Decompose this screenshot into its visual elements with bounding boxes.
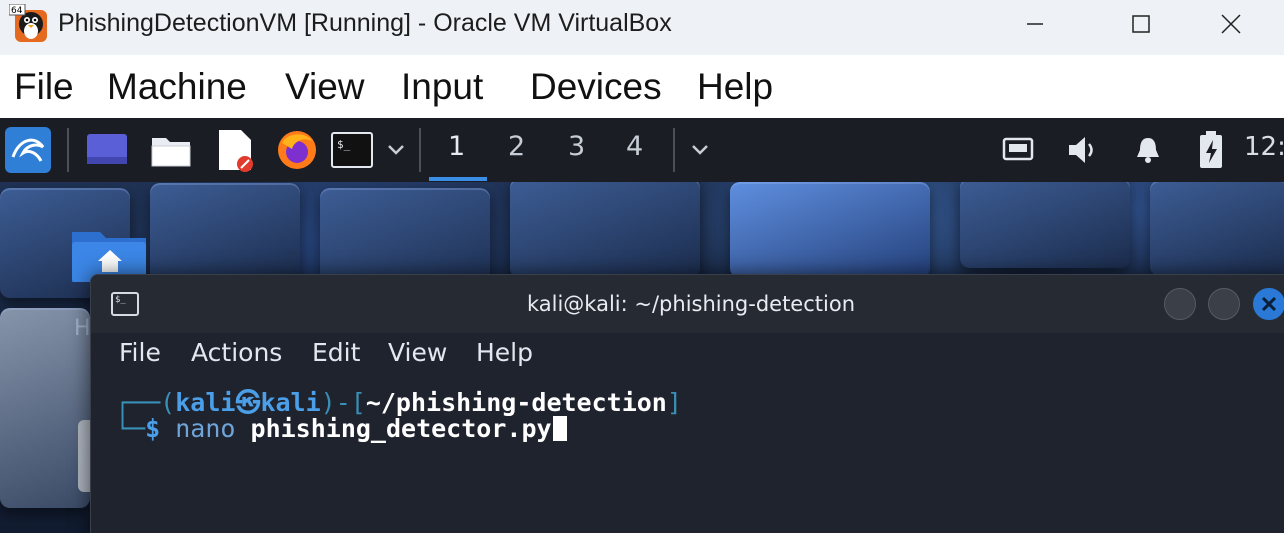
wallpaper-key	[150, 183, 300, 283]
panel-separator	[67, 128, 69, 172]
wallpaper-key	[510, 178, 700, 278]
maximize-icon	[1132, 15, 1150, 33]
terminal-title: kali@kali: ~/phishing-detection	[526, 292, 856, 316]
command-line[interactable]: └─$ nano phishing_detector.py	[115, 414, 567, 443]
prompt-frame-prefix: └─	[115, 414, 146, 443]
active-workspace-indicator	[429, 177, 487, 181]
host-menu-devices[interactable]: Devices	[530, 66, 662, 108]
wallpaper-key	[1150, 180, 1284, 276]
workspace-1[interactable]: 1	[448, 131, 465, 162]
chevron-down-icon[interactable]	[688, 118, 712, 182]
prompt-path: ~/phishing-detection	[365, 388, 667, 417]
panel-separator	[673, 128, 675, 172]
terminal-minimize-button[interactable]	[1164, 288, 1196, 320]
terminal-menu-view[interactable]: View	[388, 338, 447, 367]
svg-text:$_: $_	[337, 138, 351, 151]
host-menu-view[interactable]: View	[285, 66, 365, 108]
window-title: PhishingDetectionVM [Running] - Oracle V…	[58, 9, 672, 37]
panel-separator	[419, 128, 421, 172]
host-menu-machine[interactable]: Machine	[107, 66, 247, 108]
panel-clock[interactable]: 12:3	[1244, 132, 1284, 162]
terminal-menu-help[interactable]: Help	[476, 338, 533, 367]
workspace-2[interactable]: 2	[508, 131, 525, 162]
workspace-4[interactable]: 4	[626, 131, 643, 162]
close-icon	[1261, 296, 1277, 312]
prompt-user: kali	[175, 388, 236, 417]
terminal-icon[interactable]: $_	[330, 118, 374, 182]
volume-icon[interactable]	[1064, 118, 1102, 182]
prompt-frame-open: ┌──(	[115, 388, 176, 417]
notifications-bell-icon[interactable]	[1130, 118, 1166, 182]
wallpaper-key	[960, 178, 1130, 268]
command-argument: phishing_detector.py	[250, 414, 552, 443]
firefox-icon[interactable]	[274, 118, 320, 182]
kali-menu-icon[interactable]	[4, 118, 52, 182]
prompt-frame-mid: )-[	[320, 388, 366, 417]
terminal-menu-bar: File Actions Edit View Help	[91, 333, 1284, 377]
terminal-close-button[interactable]	[1253, 288, 1284, 320]
prompt-host: kali	[260, 388, 321, 417]
close-button[interactable]	[1178, 0, 1284, 48]
host-menu-input[interactable]: Input	[401, 66, 483, 108]
wallpaper-key	[730, 182, 930, 278]
host-menu-file[interactable]: File	[14, 66, 74, 108]
host-menu-help[interactable]: Help	[697, 66, 773, 108]
prompt-dollar: $	[145, 414, 161, 443]
terminal-maximize-button[interactable]	[1208, 288, 1240, 320]
text-cursor	[552, 416, 567, 441]
kali-top-panel: $_ 1 2 3 4 12:3	[0, 118, 1284, 182]
chevron-down-icon[interactable]	[384, 118, 408, 182]
terminal-window[interactable]: $_ kali@kali: ~/phishing-detection File …	[90, 274, 1284, 533]
network-icon[interactable]	[1000, 118, 1036, 182]
prompt-frame-close: ]	[666, 388, 682, 417]
battery-charging-icon[interactable]	[1194, 118, 1228, 182]
minimize-icon	[1027, 23, 1043, 25]
virtualbox-app-icon: 64	[8, 3, 49, 44]
terminal-menu-actions[interactable]: Actions	[191, 338, 282, 367]
icon-badge: 64	[11, 6, 23, 16]
minimize-button[interactable]	[982, 0, 1088, 48]
desktop-icon[interactable]	[84, 118, 130, 182]
file-manager-icon[interactable]	[148, 118, 194, 182]
prompt-at-symbol: ㉿	[235, 388, 261, 417]
workspace-3[interactable]: 3	[568, 131, 585, 162]
terminal-menu-edit[interactable]: Edit	[312, 338, 360, 367]
terminal-titlebar: $_ kali@kali: ~/phishing-detection	[91, 275, 1284, 333]
close-icon	[1221, 14, 1241, 34]
text-editor-icon[interactable]	[214, 118, 256, 182]
host-menu-bar: File Machine View Input Devices Help	[0, 55, 1284, 118]
window-titlebar: 64 PhishingDetectionVM [Running] - Oracl…	[0, 0, 1284, 55]
guest-display[interactable]: $_ 1 2 3 4 12:3 Home	[0, 118, 1284, 533]
terminal-menu-file[interactable]: File	[119, 338, 161, 367]
command-name: nano	[175, 414, 236, 443]
